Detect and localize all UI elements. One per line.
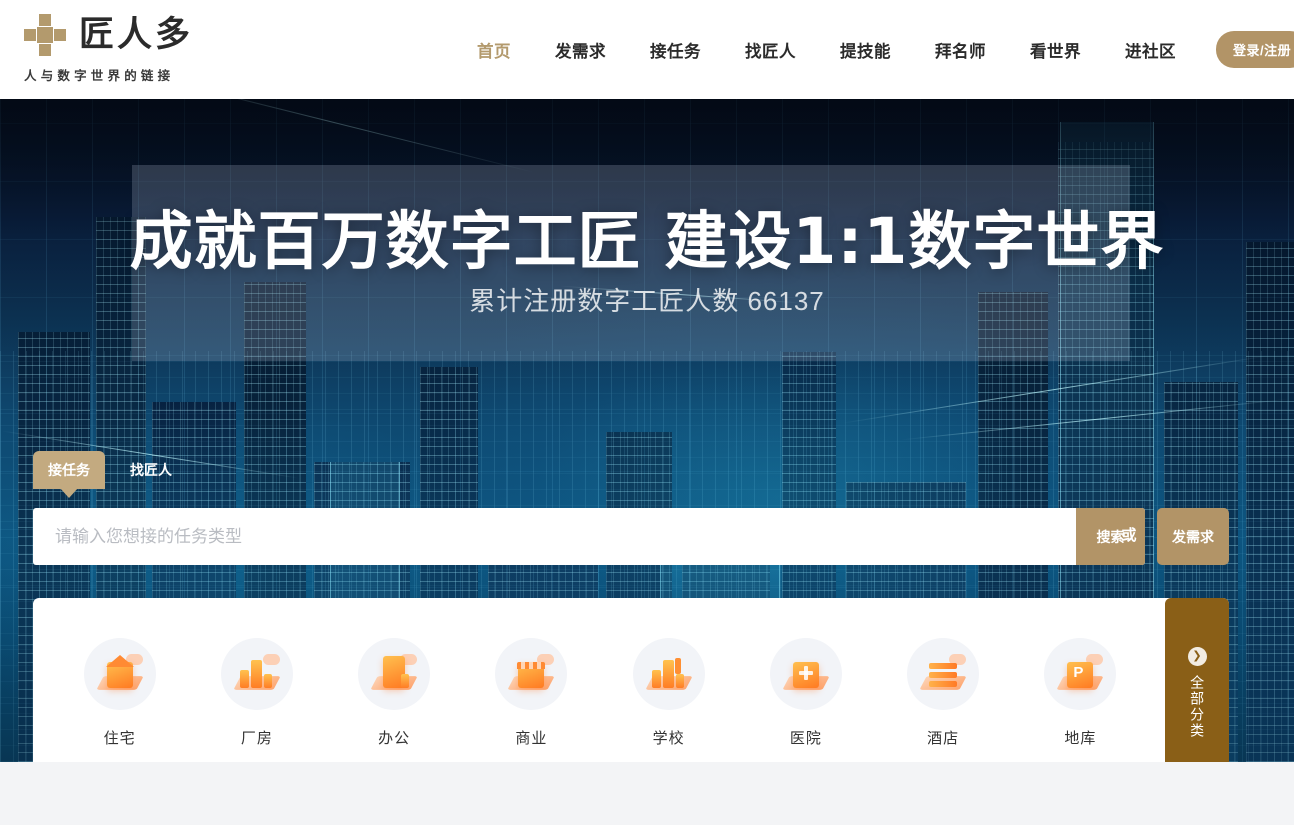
factory-icon (220, 638, 293, 710)
chevron-right-circle-icon: ❯ (1187, 647, 1207, 666)
login-register-button[interactable]: 登录/注册 (1216, 31, 1294, 68)
hero-title: 成就百万数字工匠 建设1:1数字世界 (129, 205, 1165, 278)
logo-row: 匠人多 (22, 10, 193, 60)
parking-icon: P (1044, 638, 1117, 710)
category-item-office[interactable]: 办公 (326, 638, 463, 748)
category-item-school[interactable]: 学校 (600, 638, 737, 748)
nav-item-home[interactable]: 首页 (455, 38, 533, 62)
main-navigation: 首页 发需求 接任务 找匠人 提技能 拜名师 看世界 进社区 登录/注册 (455, 0, 1294, 99)
nav-item-post-demand[interactable]: 发需求 (533, 38, 628, 62)
category-item-factory[interactable]: 厂房 (188, 638, 325, 748)
site-header: 匠人多 人与数字世界的链接 首页 发需求 接任务 找匠人 提技能 拜名师 看世界… (0, 0, 1294, 99)
nav-item-improve-skill[interactable]: 提技能 (818, 38, 913, 62)
category-label: 地库 (1064, 730, 1097, 747)
logo[interactable]: 匠人多 人与数字世界的链接 (22, 10, 193, 84)
nav-item-take-task[interactable]: 接任务 (628, 38, 723, 62)
nav-item-community[interactable]: 进社区 (1103, 38, 1198, 62)
hospital-icon (769, 638, 842, 710)
nav-item-find-mentor[interactable]: 拜名师 (913, 38, 1008, 62)
hero-banner: 成就百万数字工匠 建设1:1数字世界 累计注册数字工匠人数 66137 接任务 … (0, 99, 1294, 762)
cross-blocks-icon (22, 12, 68, 58)
logo-name: 匠人多 (79, 14, 194, 55)
tab-find-craftsman[interactable]: 找匠人 (115, 451, 187, 489)
category-list: 住宅 厂房 办公 商业 学校 医院 酒店 P 地库 (33, 598, 1165, 762)
search-tabs: 接任务 找匠人 (33, 451, 187, 489)
all-categories-button[interactable]: ❯ 全部分类 (1165, 598, 1229, 762)
category-label: 办公 (378, 730, 411, 747)
nav-item-see-world[interactable]: 看世界 (1008, 38, 1103, 62)
hero-subtitle: 累计注册数字工匠人数 66137 (469, 286, 825, 316)
category-item-commercial[interactable]: 商业 (463, 638, 600, 748)
category-label: 住宅 (103, 730, 136, 747)
all-categories-label: 全部分类 (1189, 675, 1206, 739)
search-bar: 搜索 (33, 508, 1145, 565)
category-item-parking[interactable]: P 地库 (1012, 638, 1149, 748)
category-card: 住宅 厂房 办公 商业 学校 医院 酒店 P 地库 ❯ 全部分类 (33, 598, 1229, 762)
category-item-hotel[interactable]: 酒店 (875, 638, 1012, 748)
school-icon (632, 638, 705, 710)
house-icon (83, 638, 156, 710)
nav-item-find-craftsman[interactable]: 找匠人 (723, 38, 818, 62)
category-item-residential[interactable]: 住宅 (51, 638, 188, 748)
logo-tagline: 人与数字世界的链接 (24, 69, 175, 83)
category-label: 商业 (515, 730, 548, 747)
search-input[interactable] (33, 508, 1076, 565)
post-demand-button[interactable]: 发需求 (1157, 508, 1229, 565)
tab-take-task[interactable]: 接任务 (33, 451, 105, 489)
category-label: 医院 (789, 730, 822, 747)
shop-icon (495, 638, 568, 710)
or-separator-label: 或 (1121, 527, 1137, 544)
category-label: 厂房 (240, 730, 273, 747)
hotel-icon (907, 638, 980, 710)
office-icon (358, 638, 431, 710)
category-label: 学校 (652, 730, 685, 747)
category-label: 酒店 (927, 730, 960, 747)
category-item-hospital[interactable]: 医院 (737, 638, 874, 748)
